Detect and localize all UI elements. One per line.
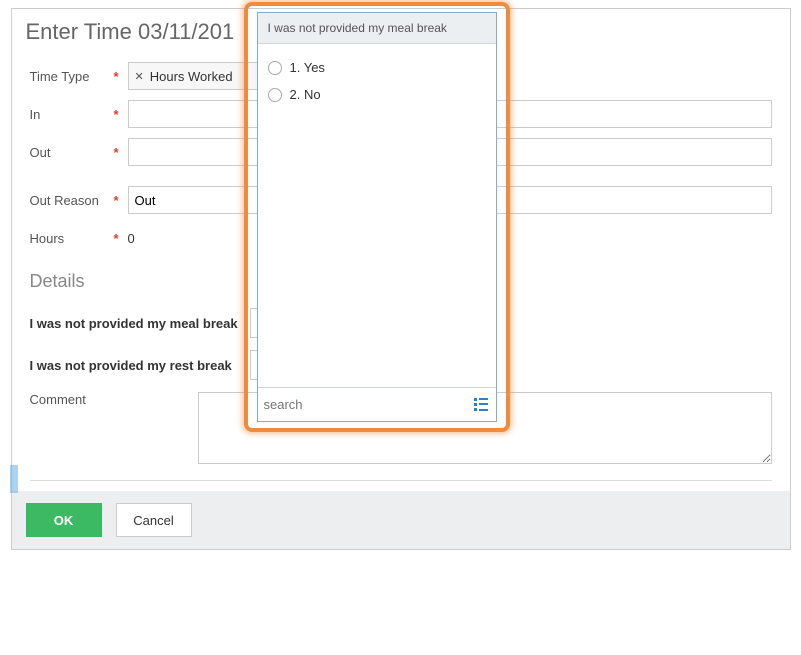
divider: [30, 480, 772, 481]
option-no[interactable]: 2. No: [268, 81, 486, 108]
required-mark: *: [114, 231, 128, 246]
close-icon[interactable]: ✕: [135, 70, 144, 83]
required-mark: *: [114, 193, 128, 208]
label-meal-break: I was not provided my meal break: [30, 316, 250, 331]
dropdown-search-input[interactable]: [264, 397, 474, 412]
dropdown-search-bar: [258, 387, 496, 421]
label-comment: Comment: [30, 392, 199, 407]
dropdown-body: 1. Yes 2. No: [258, 44, 496, 387]
required-mark: *: [114, 69, 128, 84]
radio-icon: [268, 88, 282, 102]
ok-button[interactable]: OK: [26, 503, 102, 537]
label-out: Out: [30, 145, 114, 160]
label-hours: Hours: [30, 231, 114, 246]
label-rest-break: I was not provided my rest break: [30, 358, 250, 373]
cancel-button[interactable]: Cancel: [116, 503, 192, 537]
time-type-chip-label: Hours Worked: [150, 69, 233, 84]
hours-value: 0: [128, 231, 135, 246]
dialog-footer: OK Cancel: [12, 491, 790, 549]
radio-icon: [268, 61, 282, 75]
option-label: 1. Yes: [290, 60, 325, 75]
enter-time-modal: Enter Time 03/11/201 Time Type * ✕ Hours…: [11, 8, 791, 550]
required-mark: *: [114, 145, 128, 160]
list-icon[interactable]: [474, 397, 490, 413]
option-label: 2. No: [290, 87, 321, 102]
label-out-reason: Out Reason: [30, 193, 114, 208]
selection-indicator: [10, 465, 18, 493]
label-time-type: Time Type: [30, 69, 114, 84]
meal-break-dropdown[interactable]: I was not provided my meal break 1. Yes …: [257, 12, 497, 422]
time-type-chip[interactable]: ✕ Hours Worked: [128, 62, 258, 90]
dropdown-title: I was not provided my meal break: [258, 13, 496, 44]
label-in: In: [30, 107, 114, 122]
option-yes[interactable]: 1. Yes: [268, 54, 486, 81]
required-mark: *: [114, 107, 128, 122]
